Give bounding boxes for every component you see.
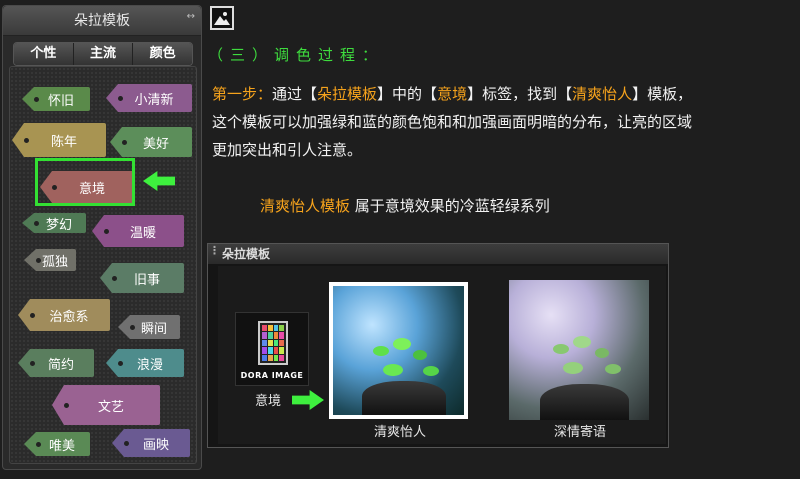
grip-handle-icon[interactable]: ⋮ [209, 245, 220, 256]
tag-zhiyuxi[interactable]: 治愈系 [18, 299, 110, 331]
logo-text: DORA IMAGE [240, 371, 304, 380]
instruction-paragraph: 第一步：通过【朵拉模板】中的【意境】标签，找到【清爽怡人】模板， 这个模板可以加… [212, 80, 732, 164]
para-text: 通过【 [272, 85, 318, 103]
preview-window-header: ⋮ 朵拉模板 [208, 244, 668, 264]
para-line-1: 第一步：通过【朵拉模板】中的【意境】标签，找到【清爽怡人】模板， [212, 80, 732, 108]
para-highlight-yijing: 意境 [437, 85, 468, 103]
thumb-label-yijing: 意境 [254, 394, 281, 409]
tag-gudu[interactable]: 孤独 [24, 249, 76, 271]
tag-xiaoqingxin[interactable]: 小清新 [106, 84, 192, 112]
thumb-label-shenqing: 深情寄语 [553, 425, 606, 440]
caption-description: 属于意境效果的冷蓝轻绿系列 [350, 197, 550, 215]
category-tabs: 个性 主流 颜色 [13, 42, 193, 66]
thumbnail-shenqing[interactable] [509, 280, 649, 420]
tab-personality[interactable]: 个性 [14, 43, 74, 65]
tag-huaying[interactable]: 画映 [112, 429, 190, 457]
tag-jianyue[interactable]: 简约 [18, 349, 94, 377]
tag-menghuan[interactable]: 梦幻 [22, 213, 86, 233]
template-panel: 朵拉模板 ↔ 个性 主流 颜色 怀旧 小清新 陈年 美好 意境 梦幻 温暖 孤独… [2, 5, 202, 470]
panel-header: 朵拉模板 ↔ [3, 6, 201, 36]
mountain-image-icon [214, 12, 230, 25]
dora-image-logo[interactable]: DORA IMAGE [235, 312, 309, 386]
selected-thumbnail-frame [329, 282, 468, 419]
panel-title: 朵拉模板 [74, 13, 130, 29]
para-text: 】标签，找到【 [467, 85, 573, 103]
color-grid-icon [258, 321, 288, 365]
tag-shunjian[interactable]: 瞬间 [118, 315, 180, 339]
tag-jiushi[interactable]: 旧事 [100, 263, 184, 293]
tab-mainstream[interactable]: 主流 [73, 43, 134, 65]
para-highlight-qingshuang: 清爽怡人 [572, 85, 633, 103]
tag-weimei[interactable]: 唯美 [24, 432, 90, 456]
step-label: 第一步： [212, 85, 273, 103]
para-line-2: 这个模板可以加强绿和蓝的颜色饱和和加强画面明暗的分布，让亮的区域 [212, 113, 693, 131]
tag-wennuan[interactable]: 温暖 [92, 215, 184, 247]
tag-wenyi[interactable]: 文艺 [52, 385, 160, 425]
resize-arrows-icon[interactable]: ↔ [187, 2, 195, 32]
selected-tag-highlight [35, 158, 135, 206]
thumb-label-qingshuang: 清爽怡人 [373, 425, 426, 440]
para-text: 】中的【 [377, 85, 438, 103]
para-highlight-dora: 朵拉模板 [317, 85, 378, 103]
tag-meihao[interactable]: 美好 [110, 127, 192, 157]
para-line-3: 更加突出和引人注意。 [212, 141, 363, 159]
tag-chennian[interactable]: 陈年 [12, 123, 106, 157]
tag-langman[interactable]: 浪漫 [106, 349, 184, 377]
tag-huaijiu[interactable]: 怀旧 [22, 87, 90, 111]
tag-cloud: 怀旧 小清新 陈年 美好 意境 梦幻 温暖 孤独 旧事 治愈系 瞬间 简约 浪漫… [9, 66, 197, 464]
tab-color[interactable]: 颜色 [133, 43, 192, 65]
para-text: 】模板， [632, 85, 693, 103]
caption-template-name: 清爽怡人模板 [260, 197, 351, 215]
template-caption: 清爽怡人模板 属于意境效果的冷蓝轻绿系列 [260, 195, 550, 216]
step-heading: （三）调色过程： [208, 46, 385, 64]
picture-icon [210, 6, 234, 30]
preview-window-title: 朵拉模板 [222, 247, 271, 261]
